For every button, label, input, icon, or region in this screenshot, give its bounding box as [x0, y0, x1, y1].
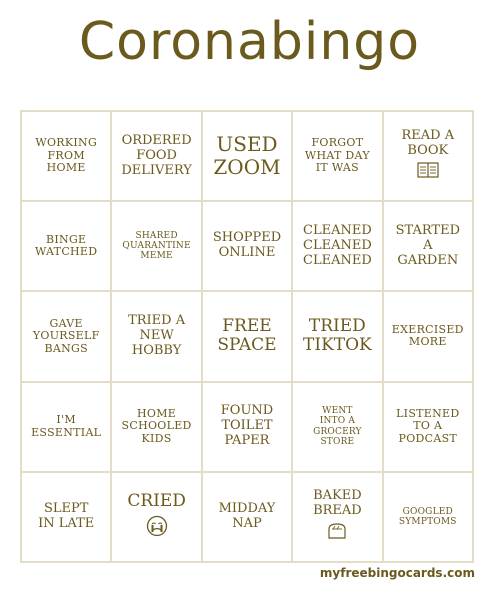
crying-face-icon [146, 515, 168, 541]
cell-label: Free space [217, 315, 277, 356]
cell-label: Baked bread [313, 488, 362, 519]
bingo-grid: Working from home Ordered food delivery … [20, 110, 474, 563]
bingo-cell[interactable]: Found toilet paper [201, 381, 293, 472]
cell-label: Midday nap [218, 500, 276, 531]
bingo-cell[interactable]: Binge watched [21, 201, 112, 292]
bingo-cell[interactable]: Exercised more [382, 291, 473, 382]
bingo-cell[interactable]: Gave yourself bangs [21, 291, 112, 382]
cell-label: Started a garden [395, 222, 460, 268]
cell-label: Home schooled kids [121, 406, 192, 446]
bingo-cell[interactable]: Listened to a podcast [382, 381, 473, 472]
cell-label: Went into a grocery store [313, 406, 362, 448]
cell-label: Ordered food delivery [121, 132, 192, 178]
cell-label: Forgot what day it was [304, 136, 370, 175]
bingo-cell[interactable]: Free space [201, 291, 293, 382]
footer-website: myfreebingocards.com [319, 566, 475, 580]
bingo-cell[interactable]: Shopped online [201, 201, 293, 292]
bingo-cell[interactable]: Googled symptoms [382, 471, 473, 562]
cell-label: I'm essential [31, 413, 102, 439]
cell-label: Binge watched [34, 232, 98, 259]
bingo-cell[interactable]: I'm essential [21, 381, 112, 472]
cell-label: Exercised more [391, 322, 464, 349]
bingo-cell[interactable]: Used Zoom [201, 111, 293, 202]
book-icon [417, 162, 439, 182]
bingo-cell[interactable]: Cleaned cleaned cleaned [292, 201, 383, 292]
bingo-cell[interactable]: Read a book [382, 111, 473, 202]
bingo-cell[interactable]: Working from home [21, 111, 112, 202]
bingo-cell[interactable]: Started a garden [382, 201, 473, 292]
cell-label: Listened to a podcast [396, 406, 460, 446]
bingo-cell[interactable]: Tried TikTok [292, 291, 383, 382]
cell-label: Found toilet paper [220, 403, 274, 449]
page-title: Coronabingo [78, 12, 421, 72]
cell-label: Shopped online [212, 230, 282, 261]
bread-icon [326, 522, 348, 544]
cell-label: Cried [127, 491, 186, 512]
bingo-cell[interactable]: Slept in late [21, 471, 112, 562]
bingo-cell[interactable]: Midday nap [201, 471, 293, 562]
bingo-cell[interactable]: Cried [111, 471, 202, 562]
bingo-cell[interactable]: Forgot what day it was [292, 111, 383, 202]
bingo-cell[interactable]: Home schooled kids [111, 381, 202, 472]
bingo-cell[interactable]: Tried a new hobby [111, 291, 202, 382]
bingo-cell[interactable]: Shared quarantine meme [111, 201, 202, 292]
cell-label: Cleaned cleaned cleaned [303, 222, 372, 268]
cell-label: Googled symptoms [398, 506, 457, 527]
cell-label: Slept in late [38, 500, 95, 531]
cell-label: Tried TikTok [303, 315, 372, 356]
cell-label: Gave yourself bangs [32, 316, 100, 355]
bingo-cell[interactable]: Ordered food delivery [111, 111, 202, 202]
cell-label: Shared quarantine meme [122, 230, 191, 262]
bingo-cell[interactable]: Baked bread [292, 471, 383, 562]
cell-label: Working from home [35, 136, 98, 175]
cell-label: Tried a new hobby [128, 313, 186, 358]
cell-label: Read a book [401, 128, 455, 159]
cell-label: Used Zoom [213, 132, 281, 180]
bingo-cell[interactable]: Went into a grocery store [292, 381, 383, 472]
